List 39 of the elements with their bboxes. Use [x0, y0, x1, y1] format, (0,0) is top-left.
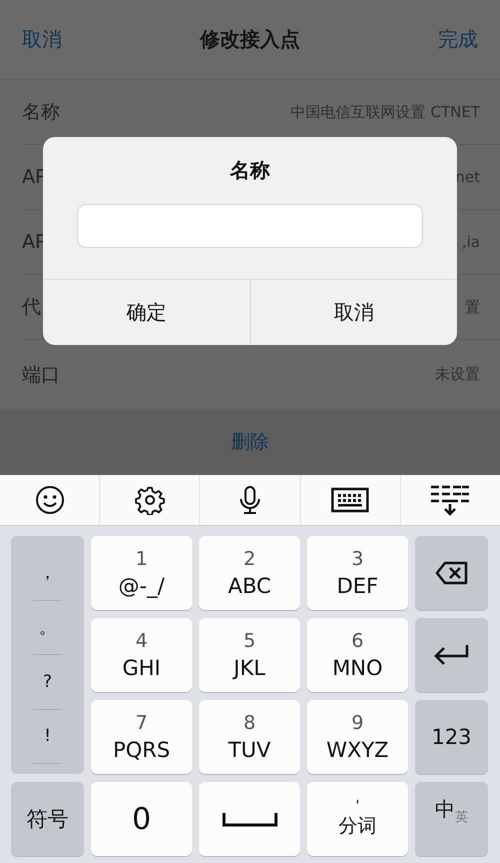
backspace-icon [434, 561, 468, 585]
space-key[interactable] [199, 782, 300, 856]
digit-key[interactable]: 3 DEF [307, 536, 408, 610]
punctuation-key[interactable]: ， [33, 546, 62, 600]
digit-key[interactable]: 8 TUV [199, 700, 300, 774]
space-icon [222, 811, 278, 827]
digit-key[interactable]: 6 MNO [307, 618, 408, 692]
setting-value: ,ia [462, 233, 480, 251]
punctuation-key[interactable]: 。 [33, 600, 62, 655]
digit-key[interactable]: 7 PQRS [91, 700, 192, 774]
keyboard-icon[interactable] [331, 487, 370, 513]
segment-key[interactable]: ' 分词 [307, 782, 408, 856]
return-icon [434, 643, 470, 667]
zero-key[interactable]: 0 [91, 782, 192, 856]
dialog-title: 名称 [230, 157, 270, 184]
digit-key[interactable]: 2 ABC [199, 536, 300, 610]
digit-key[interactable]: 1 @-_/ [91, 536, 192, 610]
punctuation-key[interactable]: ? [33, 655, 62, 710]
return-key[interactable] [415, 618, 488, 692]
confirm-button[interactable]: 确定 [43, 280, 250, 345]
page-title: 修改接入点 [200, 26, 300, 53]
smiley-icon[interactable] [34, 485, 65, 515]
punctuation-key[interactable]: ! [33, 710, 62, 764]
name-input-field[interactable] [77, 204, 423, 248]
digit-key[interactable]: 9 WXYZ [307, 700, 408, 774]
hide-keyboard-icon[interactable] [430, 484, 470, 516]
setting-value: 中国电信互联网设置 CTNET [290, 102, 480, 122]
digit-key[interactable]: 5 JKL [199, 618, 300, 692]
mode-key[interactable]: 符号 [11, 782, 84, 856]
setting-label: 代 [22, 295, 41, 320]
mode-key[interactable]: 123 [415, 700, 488, 774]
settings-icon[interactable] [134, 485, 165, 515]
backspace-key[interactable] [415, 536, 488, 610]
setting-value: 置 [465, 298, 480, 316]
setting-label: 端口 [22, 362, 60, 388]
setting-value: 未设置 [435, 365, 480, 384]
setting-label: 名称 [22, 100, 60, 125]
cancel-button[interactable]: 取消 [250, 280, 457, 345]
digit-key[interactable]: 4 GHI [91, 618, 192, 692]
